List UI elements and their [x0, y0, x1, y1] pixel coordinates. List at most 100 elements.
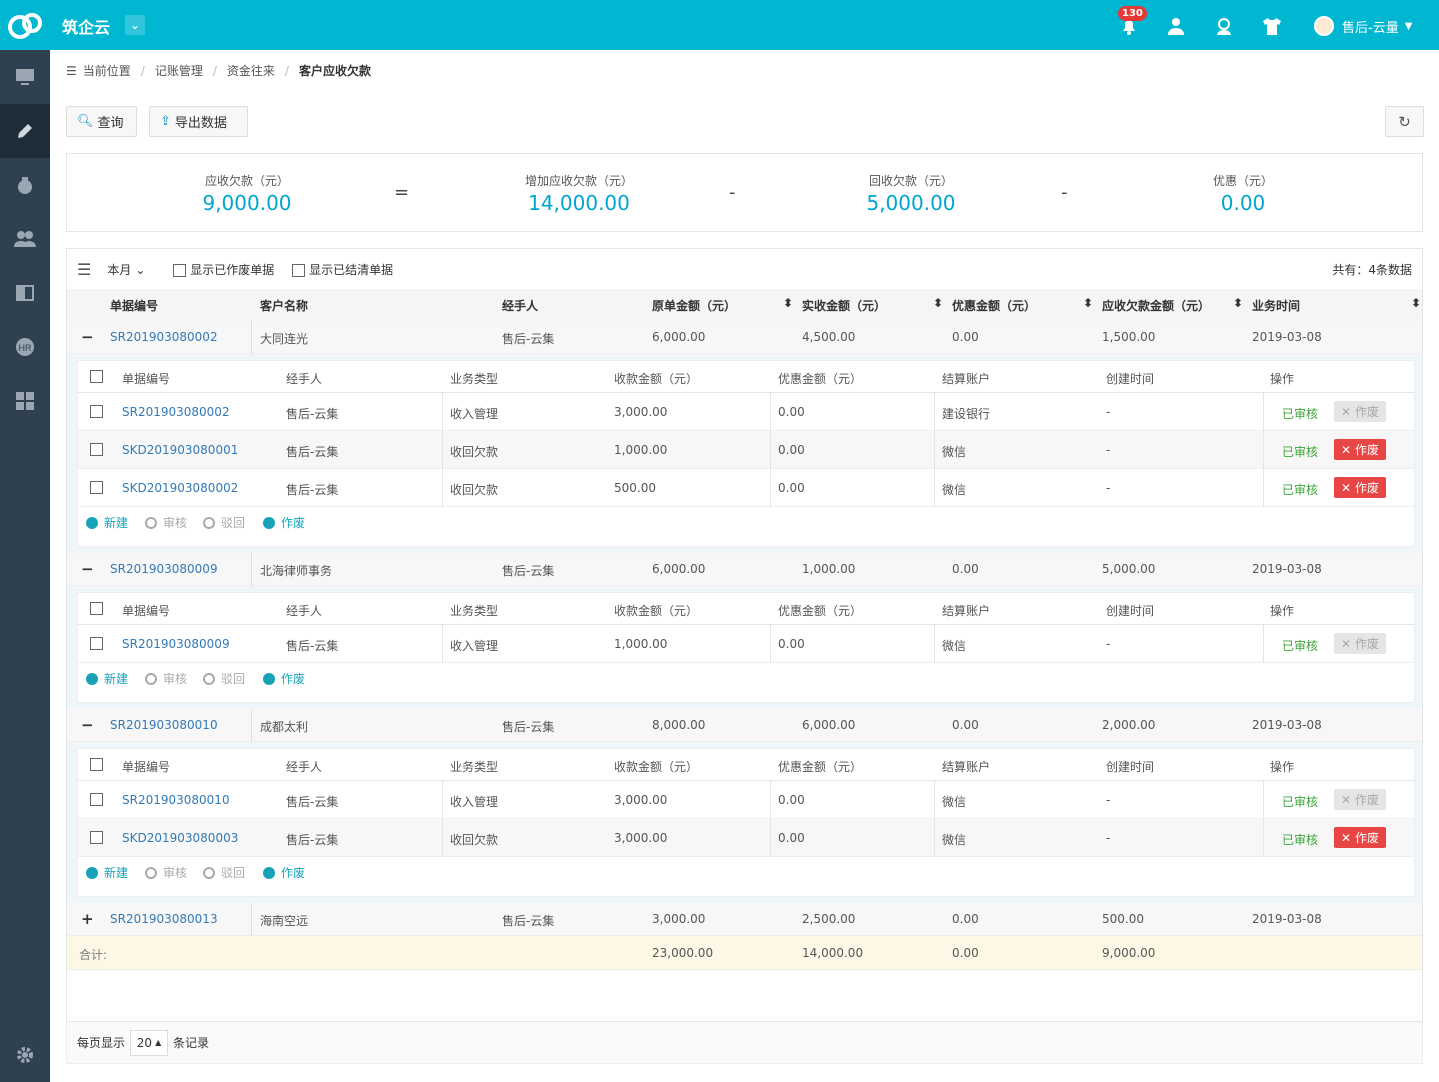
support-icon[interactable]	[1214, 16, 1234, 36]
void-button[interactable]: ✕ 作废	[1334, 789, 1386, 810]
column-divider	[442, 819, 443, 857]
detail-no[interactable]: SR201903080010	[122, 793, 230, 807]
sort-icon[interactable]: ⬍	[1083, 296, 1093, 310]
expand-toggle-icon[interactable]: −	[81, 716, 94, 734]
sidebar-item-users[interactable]	[0, 212, 50, 266]
stamp-icon	[145, 516, 157, 529]
select-all-checkbox[interactable]	[90, 758, 103, 771]
table-row[interactable]: − SR201903080002 大同连光 售后-云集 6,000.00 4,500.00…	[67, 321, 1422, 354]
row-no[interactable]: SR201903080010	[110, 718, 218, 732]
sidebar-item-office[interactable]	[0, 266, 50, 320]
row-no[interactable]: SR201903080013	[110, 912, 218, 926]
select-all-checkbox[interactable]	[90, 602, 103, 615]
detail-row[interactable]: SR201903080009 售后-云集 收入管理 1,000.00 0.00 微信 - 已审…	[78, 625, 1414, 663]
row-no[interactable]: SR201903080009	[110, 562, 218, 576]
void-button[interactable]: ✕ 作废	[1334, 401, 1386, 422]
detail-handler: 售后-云集	[286, 407, 339, 421]
breadcrumb-icon: ☰	[66, 63, 77, 78]
detail-handler: 售后-云集	[286, 833, 339, 847]
detail-handler-header: 经手人	[286, 604, 323, 618]
detail-no[interactable]: SKD201903080002	[122, 481, 238, 495]
new-action[interactable]: 新建	[86, 514, 128, 531]
detail-no[interactable]: SR201903080009	[122, 637, 230, 651]
new-action[interactable]: 新建	[86, 864, 128, 881]
table-row[interactable]: + SR201903080013 海南空远 售后-云集 3,000.00 2,500.00…	[67, 903, 1422, 936]
detail-row[interactable]: SKD201903080001 售后-云集 收回欠款 1,000.00 0.00 微信 - 已…	[78, 431, 1414, 469]
refresh-button[interactable]: ↻	[1385, 106, 1424, 137]
row-handler: 售后-云集	[502, 332, 555, 346]
sidebar-item-hr[interactable]: HR	[0, 320, 50, 374]
void-button[interactable]: ✕ 作废	[1334, 633, 1386, 654]
detail-row[interactable]: SR201903080010 售后-云集 收入管理 3,000.00 0.00 微信 - 已审…	[78, 781, 1414, 819]
sidebar-item-finance[interactable]	[0, 158, 50, 212]
gear-icon	[17, 1047, 33, 1063]
table-row[interactable]: − SR201903080010 成都太利 售后-云集 8,000.00 6,000.00…	[67, 709, 1422, 742]
void-button[interactable]: ✕ 作废	[1334, 439, 1386, 460]
reject-action[interactable]: 驳回	[203, 670, 245, 687]
sidebar-item-accounting[interactable]	[0, 104, 50, 158]
period-select[interactable]: 本月 ⌄	[107, 261, 145, 278]
detail-no[interactable]: SR201903080002	[122, 405, 230, 419]
audit-action[interactable]: 审核	[145, 514, 187, 531]
detail-created: -	[1106, 405, 1111, 419]
void-label: 作废	[1355, 637, 1380, 651]
export-button[interactable]: ⇪ 导出数据	[149, 106, 248, 137]
refresh-icon: ↻	[1398, 112, 1411, 131]
expand-toggle-icon[interactable]: −	[81, 560, 94, 578]
totals-label: 合计:	[79, 948, 108, 962]
select-all-checkbox[interactable]	[90, 370, 103, 383]
minus-sign: -	[1061, 182, 1068, 203]
breadcrumb-accounting[interactable]: 记账管理	[155, 62, 203, 79]
detail-row[interactable]: SKD201903080003 售后-云集 收回欠款 3,000.00 0.00 微信 - 已…	[78, 819, 1414, 857]
chevron-down-icon[interactable]: ⌄	[125, 15, 145, 35]
void-action[interactable]: 作废	[263, 514, 305, 531]
page-size-select[interactable]: 20 ▲	[130, 1029, 169, 1056]
user-menu[interactable]: 售后-云量 ▼	[1314, 16, 1412, 36]
row-checkbox[interactable]	[90, 405, 103, 418]
sort-icon[interactable]: ⬍	[1411, 296, 1421, 310]
detail-no[interactable]: SKD201903080003	[122, 831, 238, 845]
row-checkbox[interactable]	[90, 443, 103, 456]
sort-icon[interactable]: ⬍	[783, 296, 793, 310]
sort-icon[interactable]: ⬍	[933, 296, 943, 310]
sidebar-item-settings[interactable]	[0, 1028, 50, 1082]
detail-handler: 售后-云集	[286, 795, 339, 809]
sidebar-item-apps[interactable]	[0, 374, 50, 428]
audit-action[interactable]: 审核	[145, 864, 187, 881]
menu-icon[interactable]: ☰	[77, 260, 91, 279]
show-void-checkbox[interactable]: 显示已作废单据	[173, 261, 274, 278]
detail-row[interactable]: SR201903080002 售后-云集 收入管理 3,000.00 0.00 建设银行 -…	[78, 393, 1414, 431]
column-divider	[1263, 393, 1264, 431]
sidebar-item-dashboard[interactable]	[0, 50, 50, 104]
void-action[interactable]: 作废	[263, 670, 305, 687]
void-button[interactable]: ✕ 作废	[1334, 827, 1386, 848]
page-size-value: 20	[136, 1035, 153, 1050]
detail-row[interactable]: SKD201903080002 售后-云集 收回欠款 500.00 0.00 微信 - 已审核…	[78, 469, 1414, 507]
table-row[interactable]: − SR201903080009 北海律师事务 售后-云集 6,000.00 1,000.…	[67, 553, 1422, 586]
detail-no[interactable]: SKD201903080001	[122, 443, 238, 457]
new-action[interactable]: 新建	[86, 670, 128, 687]
breadcrumb-funds[interactable]: 资金往来	[227, 62, 275, 79]
row-no[interactable]: SR201903080002	[110, 330, 218, 344]
show-closed-checkbox[interactable]: 显示已结清单据	[292, 261, 393, 278]
detail-table: 单据编号 经手人 业务类型 收款金额（元） 优惠金额（元） 结算账户 创建时间 操作 SR201…	[77, 592, 1415, 703]
detail-amount-header: 收款金额（元）	[614, 372, 699, 386]
reject-action[interactable]: 驳回	[203, 864, 245, 881]
shirt-icon[interactable]	[1262, 16, 1282, 36]
row-checkbox[interactable]	[90, 637, 103, 650]
void-action[interactable]: 作废	[263, 864, 305, 881]
sort-icon[interactable]: ⬍	[1233, 296, 1243, 310]
reject-action[interactable]: 驳回	[203, 514, 245, 531]
expand-toggle-icon[interactable]: −	[81, 328, 94, 346]
row-checkbox[interactable]	[90, 481, 103, 494]
breadcrumb-current: 客户应收欠款	[298, 64, 371, 78]
query-button[interactable]: 🔍︎ 查询	[66, 106, 137, 137]
contact-icon[interactable]	[1166, 16, 1186, 36]
detail-amount: 1,000.00	[614, 637, 668, 651]
expand-toggle-icon[interactable]: +	[81, 910, 94, 928]
row-checkbox[interactable]	[90, 793, 103, 806]
row-checkbox[interactable]	[90, 831, 103, 844]
audit-action[interactable]: 审核	[145, 670, 187, 687]
export-label: 导出数据	[174, 116, 227, 131]
void-button[interactable]: ✕ 作废	[1334, 477, 1386, 498]
